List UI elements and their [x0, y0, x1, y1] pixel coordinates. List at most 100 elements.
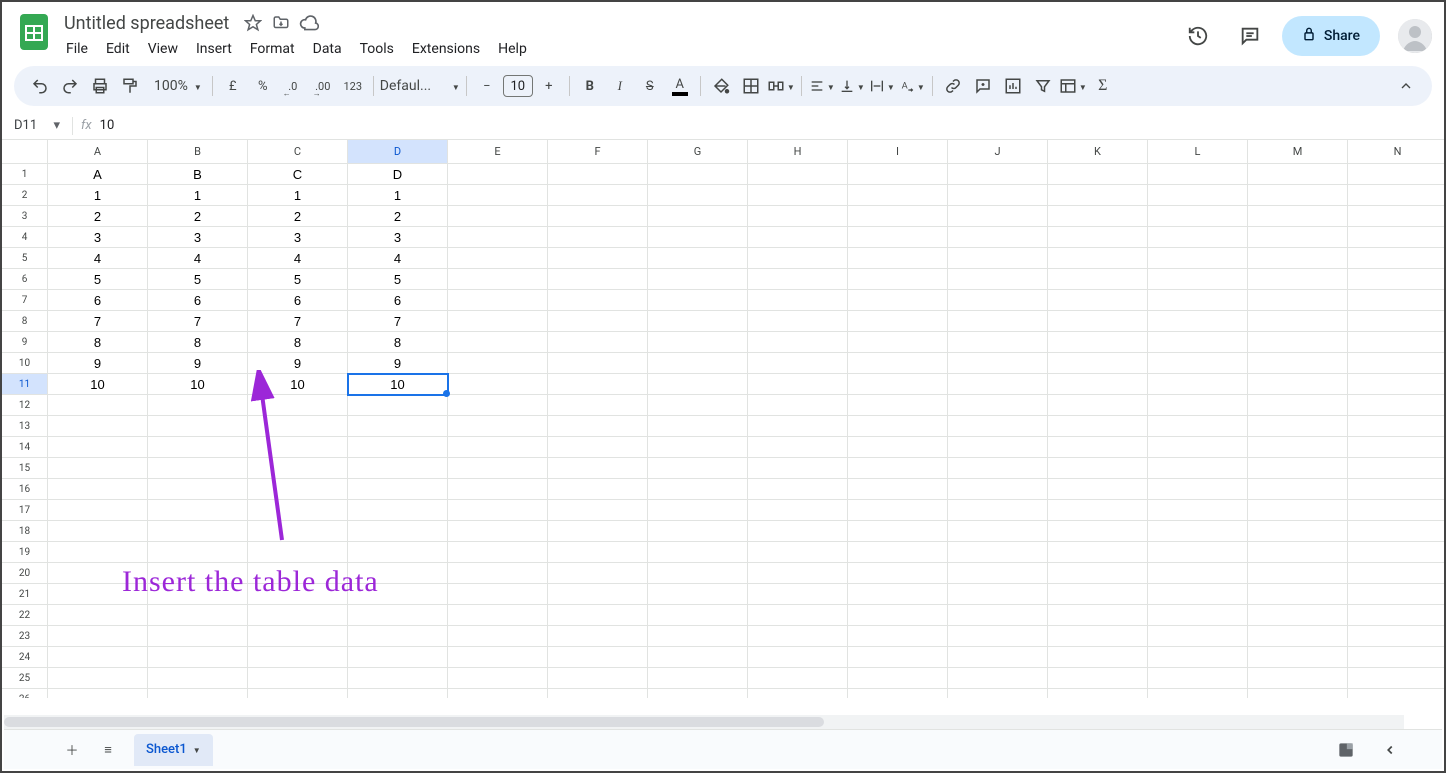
cell[interactable] — [148, 500, 248, 521]
cell[interactable] — [1048, 437, 1148, 458]
column-header[interactable]: L — [1148, 140, 1248, 164]
row-header[interactable]: 13 — [2, 416, 48, 437]
cell[interactable] — [1048, 563, 1148, 584]
cell[interactable] — [48, 584, 148, 605]
cell[interactable] — [1248, 227, 1348, 248]
row-header[interactable]: 17 — [2, 500, 48, 521]
cell[interactable] — [648, 185, 748, 206]
menu-tools[interactable]: Tools — [352, 37, 402, 61]
cell[interactable] — [1148, 605, 1248, 626]
insert-comment-button[interactable] — [969, 72, 997, 100]
row-header[interactable]: 2 — [2, 185, 48, 206]
cell[interactable] — [1348, 269, 1444, 290]
cell[interactable] — [1048, 332, 1148, 353]
cell[interactable] — [1148, 437, 1248, 458]
cell[interactable] — [648, 227, 748, 248]
cell[interactable]: 9 — [148, 353, 248, 374]
cell[interactable]: 10 — [248, 374, 348, 395]
move-icon[interactable] — [271, 13, 291, 33]
cell[interactable] — [1048, 374, 1148, 395]
cell[interactable] — [448, 164, 548, 185]
cell[interactable] — [48, 605, 148, 626]
cell[interactable] — [348, 542, 448, 563]
cell[interactable] — [1348, 584, 1444, 605]
cell[interactable] — [848, 332, 948, 353]
decrease-font-button[interactable]: − — [473, 72, 501, 100]
cell[interactable] — [848, 668, 948, 689]
cell[interactable]: 1 — [348, 185, 448, 206]
cell[interactable] — [448, 563, 548, 584]
row-header[interactable]: 3 — [2, 206, 48, 227]
font-selector[interactable]: Defaul... — [380, 78, 460, 94]
cell[interactable] — [1248, 605, 1348, 626]
cell[interactable] — [948, 206, 1048, 227]
cell[interactable] — [1148, 395, 1248, 416]
zoom-selector[interactable]: 100% — [146, 78, 206, 94]
cell[interactable] — [548, 689, 648, 698]
cell[interactable] — [448, 479, 548, 500]
cell[interactable] — [148, 584, 248, 605]
cell[interactable] — [348, 437, 448, 458]
cell[interactable] — [448, 185, 548, 206]
cell[interactable] — [1048, 479, 1148, 500]
cell[interactable] — [448, 332, 548, 353]
cell[interactable] — [248, 500, 348, 521]
row-header[interactable]: 21 — [2, 584, 48, 605]
cell[interactable] — [648, 605, 748, 626]
cell[interactable] — [448, 521, 548, 542]
insert-link-button[interactable] — [939, 72, 967, 100]
cell[interactable] — [1048, 416, 1148, 437]
cell[interactable] — [1148, 563, 1248, 584]
star-icon[interactable] — [243, 13, 263, 33]
cell[interactable] — [1148, 290, 1248, 311]
cell[interactable] — [548, 437, 648, 458]
cell[interactable] — [548, 227, 648, 248]
horizontal-align-button[interactable] — [808, 72, 836, 100]
cell[interactable] — [948, 248, 1048, 269]
cell[interactable] — [848, 479, 948, 500]
cell[interactable] — [1248, 311, 1348, 332]
cell[interactable] — [248, 416, 348, 437]
cell[interactable] — [948, 500, 1048, 521]
name-box[interactable]: D11▾ — [2, 118, 64, 133]
cell[interactable] — [448, 584, 548, 605]
row-header[interactable]: 5 — [2, 248, 48, 269]
cell[interactable] — [448, 290, 548, 311]
cell[interactable]: 1 — [48, 185, 148, 206]
decrease-decimal-button[interactable]: .0← — [279, 72, 307, 100]
cell[interactable] — [748, 227, 848, 248]
cell[interactable] — [748, 542, 848, 563]
cell[interactable] — [548, 647, 648, 668]
spreadsheet-grid[interactable]: ABCDEFGHIJKLMN 1234567891011121314151617… — [2, 140, 1444, 698]
cell[interactable] — [1148, 332, 1248, 353]
cell[interactable] — [48, 437, 148, 458]
cell[interactable] — [748, 689, 848, 698]
cell[interactable] — [248, 479, 348, 500]
cell[interactable] — [248, 437, 348, 458]
cell[interactable]: 3 — [348, 227, 448, 248]
cell[interactable] — [648, 290, 748, 311]
column-header[interactable]: F — [548, 140, 648, 164]
cell[interactable] — [1248, 185, 1348, 206]
cell[interactable] — [348, 584, 448, 605]
cell[interactable] — [48, 458, 148, 479]
cell[interactable] — [1248, 353, 1348, 374]
cell[interactable] — [548, 479, 648, 500]
cell[interactable] — [1148, 185, 1248, 206]
cell[interactable] — [48, 563, 148, 584]
cell[interactable] — [1148, 416, 1248, 437]
cell[interactable] — [1048, 164, 1148, 185]
cell[interactable] — [648, 374, 748, 395]
cell[interactable] — [948, 668, 1048, 689]
cell[interactable] — [1148, 668, 1248, 689]
cell[interactable] — [848, 500, 948, 521]
cell[interactable] — [348, 521, 448, 542]
cell[interactable] — [748, 479, 848, 500]
cell[interactable] — [548, 248, 648, 269]
cell[interactable]: 8 — [248, 332, 348, 353]
explore-button[interactable] — [1328, 734, 1364, 766]
cell[interactable] — [1148, 689, 1248, 698]
document-title[interactable]: Untitled spreadsheet — [58, 12, 235, 35]
cell[interactable] — [948, 605, 1048, 626]
cell[interactable] — [248, 605, 348, 626]
